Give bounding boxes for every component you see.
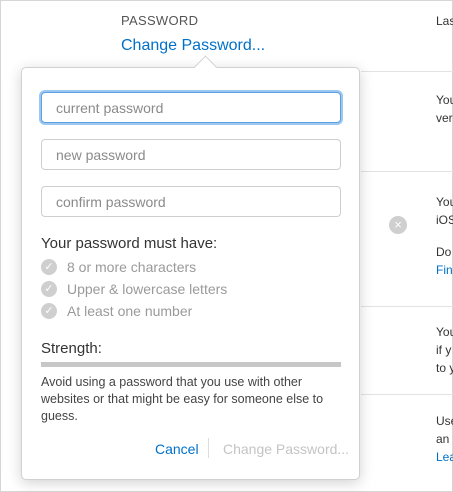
right-column-line: You xyxy=(436,195,453,209)
checkmark-icon: ✓ xyxy=(41,259,57,275)
cancel-button[interactable]: Cancel xyxy=(155,441,199,457)
right-column-link[interactable]: Lea xyxy=(436,448,453,466)
right-column-line: iOS xyxy=(436,213,453,227)
right-column-line: if y xyxy=(436,343,452,357)
dismiss-circle-icon[interactable]: × xyxy=(389,216,407,234)
requirement-text: 8 or more characters xyxy=(67,259,197,275)
checkmark-icon: ✓ xyxy=(41,303,57,319)
section-divider xyxy=(361,171,453,172)
right-column-text-2: You ver xyxy=(436,91,453,127)
section-divider xyxy=(361,306,453,307)
section-divider xyxy=(361,394,453,395)
right-column-line: You xyxy=(436,93,453,107)
requirements-title: Your password must have: xyxy=(41,235,218,252)
right-column-text-3: You iOS Do Fin xyxy=(436,193,453,279)
change-password-popover: Your password must have: ✓ 8 or more cha… xyxy=(21,55,360,480)
checkmark-icon: ✓ xyxy=(41,281,57,297)
change-password-link[interactable]: Change Password... xyxy=(121,37,265,55)
requirement-item: ✓ 8 or more characters xyxy=(41,258,196,276)
right-column-link[interactable]: Fin xyxy=(436,261,453,279)
password-advice-text: Avoid using a password that you use with… xyxy=(41,375,324,423)
change-password-button[interactable]: Change Password... xyxy=(223,441,349,457)
right-column-line: an xyxy=(436,432,450,446)
right-column-line: Las xyxy=(436,14,453,28)
section-divider xyxy=(361,71,453,72)
right-column-text-4: You if y to y xyxy=(436,323,453,377)
right-column-line: to y xyxy=(436,361,453,375)
new-password-input[interactable] xyxy=(41,139,341,170)
button-divider xyxy=(208,438,209,458)
strength-meter xyxy=(41,362,341,367)
requirement-text: At least one number xyxy=(67,303,193,319)
requirement-item: ✓ At least one number xyxy=(41,302,192,320)
right-column-line: ver xyxy=(436,111,453,125)
right-column-spacer xyxy=(436,229,453,243)
right-column-text-5: Use an Lea xyxy=(436,412,453,466)
strength-label: Strength: xyxy=(41,340,102,357)
current-password-input[interactable] xyxy=(41,92,341,123)
right-column-text-1: Las xyxy=(436,12,453,30)
right-column-line: You xyxy=(436,325,453,339)
confirm-password-input[interactable] xyxy=(41,186,341,217)
requirement-item: ✓ Upper & lowercase letters xyxy=(41,280,227,298)
right-column-line: Use xyxy=(436,414,453,428)
requirement-text: Upper & lowercase letters xyxy=(67,281,228,297)
right-column-line: Do xyxy=(436,245,452,259)
password-section-label: PASSWORD xyxy=(121,13,199,28)
